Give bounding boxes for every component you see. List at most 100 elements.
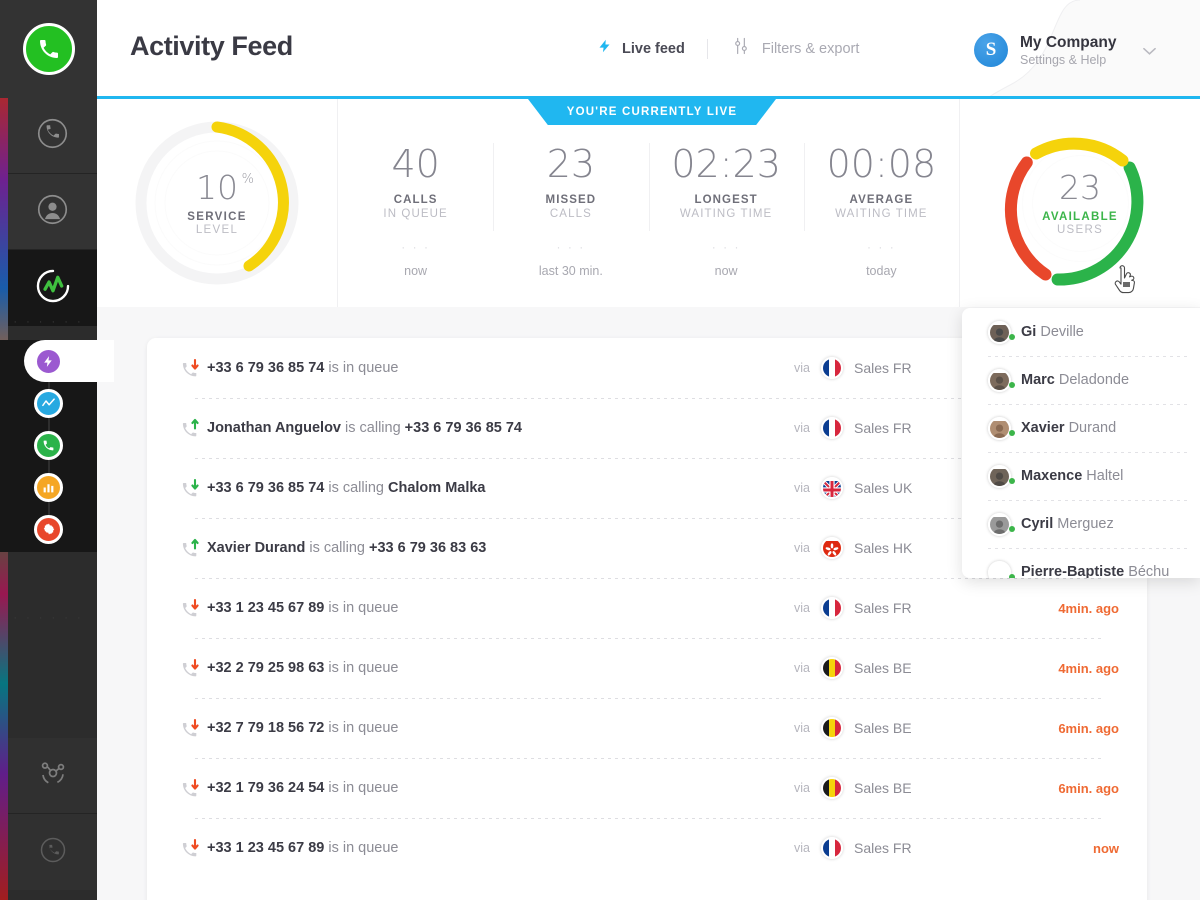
queue-name: Sales FR	[853, 360, 912, 376]
feed-row-queue: via Sales BE	[794, 777, 999, 799]
sidebar-item-phone[interactable]	[8, 814, 97, 890]
app-root: · · · · · · · · · · · · Activity Feed Li…	[0, 0, 1200, 900]
kpi-dots: · · ·	[867, 240, 896, 254]
sidebar-item-integrations[interactable]	[8, 738, 97, 814]
feed-row[interactable]: +33 1 23 45 67 89 is in queue via Sales FR…	[147, 818, 1147, 878]
subnav-item-live-feed[interactable]	[0, 340, 114, 382]
feed-text-plain: is in queue	[328, 660, 399, 676]
status-dot	[1009, 381, 1015, 388]
via-label: via	[794, 721, 810, 735]
header-accent-underline	[97, 96, 1200, 99]
bar-chart-icon	[34, 472, 63, 502]
incoming-queue-icon	[173, 356, 207, 380]
page-title: Activity Feed	[130, 31, 293, 61]
feed-row-time: now	[1093, 840, 1119, 856]
sidebar-item-calls[interactable]	[8, 98, 97, 174]
account-name: My Company	[1020, 34, 1117, 52]
kpi-value: 23	[546, 142, 596, 186]
phone-outline-icon	[38, 835, 68, 870]
account-subtitle: Settings & Help	[1020, 52, 1107, 67]
kpi-label-2: IN QUEUE	[383, 208, 448, 220]
avatar	[988, 560, 1015, 578]
incoming-call-icon	[173, 476, 207, 500]
user-list-item[interactable]: Marc Deladonde	[962, 356, 1200, 404]
via-label: via	[794, 781, 810, 795]
feed-row[interactable]: +32 2 79 25 98 63 is in queue via Sales BE…	[147, 638, 1147, 698]
flag-be-icon	[820, 777, 843, 799]
flag-be-icon	[820, 717, 843, 739]
avatar	[988, 416, 1015, 440]
incoming-queue-icon	[173, 836, 207, 860]
via-label: via	[794, 481, 810, 495]
avatar	[988, 320, 1015, 344]
feed-row-time: 6min. ago	[1058, 720, 1119, 736]
feed-row-time: 4min. ago	[1058, 660, 1119, 676]
user-list-item[interactable]: Gi Deville	[962, 308, 1200, 356]
user-name: Marc Deladonde	[1021, 372, 1129, 388]
filters-export-label: Filters & export	[761, 40, 860, 57]
queue-name: Sales FR	[853, 600, 912, 616]
phone-icon	[34, 430, 63, 460]
feed-row[interactable]: +32 1 79 36 24 54 is in queue via Sales BE…	[147, 758, 1147, 818]
incoming-queue-icon	[173, 776, 207, 800]
feed-text-strong: +33 1 23 45 67 89	[207, 600, 325, 616]
feed-text-strong: Xavier Durand	[207, 540, 306, 556]
via-label: via	[794, 421, 810, 435]
feed-row-text: +32 1 79 36 24 54 is in queue	[207, 780, 794, 796]
sidebar-divider-dots: · · · · · ·	[13, 316, 84, 328]
account-menu[interactable]: S My Company Settings & Help	[960, 22, 1190, 78]
available-users-gauge[interactable]: 23 AVAILABLE USERS	[960, 99, 1200, 307]
available-users-label-2: USERS	[1056, 223, 1104, 236]
feed-row-text: +32 2 79 25 98 63 is in queue	[207, 660, 794, 676]
via-label: via	[794, 661, 810, 675]
feed-text-strong: +33 6 79 36 85 74	[404, 420, 522, 436]
user-first-name: Xavier	[1021, 420, 1065, 436]
feed-text-strong: +33 6 79 36 83 63	[369, 540, 487, 556]
subnav-item-settings[interactable]	[0, 508, 97, 550]
filters-export-tab[interactable]: Filters & export	[730, 36, 860, 61]
user-list-item[interactable]: Pierre-Baptiste Béchu	[962, 548, 1200, 578]
service-level-gauge: 10% SERVICE LEVEL	[97, 99, 338, 307]
feed-row-text: Xavier Durand is calling +33 6 79 36 83 …	[207, 540, 794, 556]
user-name: Pierre-Baptiste Béchu	[1021, 564, 1169, 578]
user-list-item[interactable]: Cyril Merguez	[962, 500, 1200, 548]
avatar	[988, 368, 1015, 392]
kpi-label-2: CALLS	[549, 208, 592, 220]
status-dot	[1009, 525, 1015, 532]
phone-circle-icon	[36, 117, 69, 155]
kpi-value: 40	[391, 142, 440, 186]
via-label: via	[794, 601, 810, 615]
live-feed-tab[interactable]: Live feed	[597, 36, 685, 61]
via-label: via	[794, 361, 810, 375]
available-users-value: 23	[1059, 167, 1101, 207]
status-dot	[1009, 429, 1015, 436]
sliders-icon	[730, 36, 752, 61]
subnav-item-statistics[interactable]	[0, 382, 97, 424]
subnav-item-calls[interactable]	[0, 424, 97, 466]
chevron-down-icon	[1143, 44, 1156, 59]
wave-icon	[34, 388, 63, 418]
kpi-label-1: MISSED	[545, 194, 597, 206]
subnav-item-reports[interactable]	[0, 466, 97, 508]
user-list-item[interactable]: Xavier Durand	[962, 404, 1200, 452]
app-logo[interactable]	[0, 0, 97, 98]
feed-row-text: Jonathan Anguelov is calling +33 6 79 36…	[207, 420, 794, 436]
available-users-dropdown[interactable]: Gi Deville Marc Deladonde Xavier Durand Max…	[962, 308, 1200, 578]
kpi-label-2: WAITING TIME	[835, 208, 928, 220]
user-last-name: Haltel	[1086, 468, 1124, 484]
feed-row[interactable]: +33 1 23 45 67 89 is in queue via Sales FR…	[147, 578, 1147, 638]
sidebar-item-activity[interactable]	[8, 250, 97, 326]
avatar	[988, 512, 1015, 536]
feed-text-strong: +32 2 79 25 98 63	[207, 660, 325, 676]
kpi-strip: YOU'RE CURRENTLY LIVE 10% SERVICE LEVEL	[97, 99, 1200, 307]
status-dot	[1009, 477, 1015, 484]
feed-text-strong: +32 1 79 36 24 54	[207, 780, 325, 796]
sidebar-item-users[interactable]	[8, 174, 97, 250]
feed-row[interactable]: +32 7 79 18 56 72 is in queue via Sales BE…	[147, 698, 1147, 758]
queue-name: Sales HK	[853, 540, 913, 556]
feed-row-text: +33 6 79 36 85 74 is calling Chalom Malk…	[207, 480, 794, 496]
user-list-item[interactable]: Maxence Haltel	[962, 452, 1200, 500]
kpi-metric: 40 CALLS IN QUEUE · · · now	[338, 99, 493, 278]
feed-text-plain: is in queue	[328, 720, 399, 736]
feed-text-plain: is calling	[309, 540, 365, 556]
